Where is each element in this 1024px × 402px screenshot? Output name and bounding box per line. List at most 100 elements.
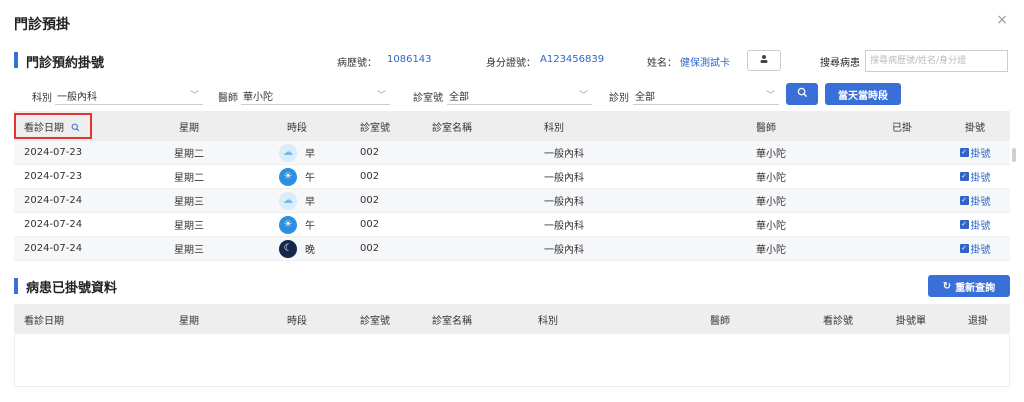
- table-row[interactable]: 2024-07-23 星期二 ☁ 早 002 一般內科 華小陀 ✓ 掛號: [14, 141, 1010, 165]
- table-row[interactable]: 2024-07-24 星期三 ☁ 早 002 一般內科 華小陀 ✓ 掛號: [14, 189, 1010, 213]
- header-room: 診室號: [360, 122, 390, 134]
- scrollbar-thumb[interactable]: [1012, 148, 1016, 162]
- cell-dept: 一般內科: [544, 245, 584, 256]
- cell-date: 2024-07-24: [24, 219, 83, 230]
- header-slip: 掛號單: [896, 315, 926, 327]
- dept-select[interactable]: 一般內科 ﹀: [55, 85, 203, 105]
- header-doctor: 醫師: [710, 315, 730, 327]
- cell-doctor: 華小陀: [756, 197, 786, 208]
- read-card-button[interactable]: [747, 50, 781, 71]
- table-row[interactable]: 2024-07-23 星期二 ☀ 午 002 一般內科 華小陀 ✓ 掛號: [14, 165, 1010, 189]
- cell-date: 2024-07-23: [24, 147, 83, 158]
- book-button[interactable]: ✓ 掛號: [959, 241, 991, 256]
- moon-icon: ☾: [279, 239, 297, 258]
- patient-name-value: 健保測試卡: [680, 58, 730, 69]
- header-doctor: 醫師: [756, 122, 776, 134]
- cell-action: ✓ 掛號: [940, 193, 1010, 208]
- cell-room: 002: [360, 243, 380, 254]
- cell-dept: 一般內科: [544, 149, 584, 160]
- book-button[interactable]: ✓ 掛號: [959, 169, 991, 184]
- table-row[interactable]: 2024-07-24 星期三 ☀ 午 002 一般內科 華小陀 ✓ 掛號: [14, 213, 1010, 237]
- search-icon: [797, 87, 808, 101]
- cell-period: ☾ 晚: [244, 239, 350, 258]
- section-title-appointment: 門診預約掛號: [26, 56, 105, 71]
- cell-dept: 一般內科: [544, 173, 584, 184]
- header-room-name: 診室名稱: [432, 122, 472, 134]
- cell-action: ✓ 掛號: [940, 217, 1010, 232]
- schedule-table-body: 2024-07-23 星期二 ☁ 早 002 一般內科 華小陀 ✓ 掛號 2024-07-23 星期…: [14, 141, 1010, 261]
- schedule-table: 看診日期 星期 時段 診室號 診室名稱 科別 醫師 已掛 掛號 2024-07-…: [14, 111, 1010, 261]
- search-button[interactable]: [786, 83, 818, 105]
- cell-action: ✓ 掛號: [940, 169, 1010, 184]
- cell-room: 002: [360, 219, 380, 230]
- cloud-sun-icon: ☁: [279, 143, 297, 162]
- type-select[interactable]: 全部 ﹀: [633, 85, 779, 105]
- sun-icon: ☀: [279, 215, 297, 234]
- cell-action: ✓ 掛號: [940, 145, 1010, 160]
- cell-doctor: 華小陀: [756, 173, 786, 184]
- chart-no-label: 病歷號：: [337, 58, 377, 69]
- checkbox-icon: ✓: [959, 172, 969, 181]
- cell-weekday: 星期二: [174, 149, 204, 160]
- checkbox-icon: ✓: [959, 220, 969, 229]
- header-cancel: 退掛: [968, 315, 988, 327]
- period-label: 午: [305, 173, 315, 184]
- search-patient-input[interactable]: [865, 50, 1008, 72]
- cell-period: ☀ 午: [244, 167, 350, 186]
- cloud-sun-icon: ☁: [279, 191, 297, 210]
- header-period: 時段: [287, 122, 307, 134]
- schedule-table-header: 看診日期 星期 時段 診室號 診室名稱 科別 醫師 已掛 掛號: [14, 111, 1010, 141]
- doctor-select[interactable]: 華小陀 ﹀: [241, 85, 390, 105]
- cell-dept: 一般內科: [544, 221, 584, 232]
- header-weekday: 星期: [179, 315, 199, 327]
- chart-no-value: 1086143: [387, 54, 432, 65]
- header-dept: 科別: [544, 122, 564, 134]
- header-booked: 已掛: [892, 122, 912, 134]
- header-room-name: 診室名稱: [432, 315, 472, 327]
- cell-date: 2024-07-23: [24, 171, 83, 182]
- cell-doctor: 華小陀: [756, 245, 786, 256]
- header-dept: 科別: [538, 315, 558, 327]
- type-label: 診別: [609, 93, 629, 104]
- cell-date: 2024-07-24: [24, 243, 83, 254]
- cell-doctor: 華小陀: [756, 221, 786, 232]
- checkbox-icon: ✓: [959, 148, 969, 157]
- period-label: 晚: [305, 245, 315, 256]
- book-button[interactable]: ✓ 掛號: [959, 217, 991, 232]
- type-select-value: 全部: [635, 92, 655, 103]
- cell-weekday: 星期三: [174, 245, 204, 256]
- cell-doctor: 華小陀: [756, 149, 786, 160]
- section-accent-bar: [14, 52, 18, 68]
- header-visit-no: 看診號: [823, 315, 853, 327]
- today-slot-button[interactable]: 當天當時段: [825, 83, 901, 105]
- period-label: 早: [305, 149, 315, 160]
- booked-table-header: 看診日期 星期 時段 診室號 診室名稱 科別 醫師 看診號 掛號單 退掛: [14, 304, 1010, 334]
- cell-weekday: 星期三: [174, 197, 204, 208]
- cell-period: ☁ 早: [244, 191, 350, 210]
- window-title: 門診預掛: [14, 17, 70, 33]
- room-select[interactable]: 全部 ﹀: [447, 85, 592, 105]
- checkbox-icon: ✓: [959, 196, 969, 205]
- booked-table: 看診日期 星期 時段 診室號 診室名稱 科別 醫師 看診號 掛號單 退掛: [14, 304, 1010, 334]
- dept-select-value: 一般內科: [57, 92, 97, 103]
- cell-action: ✓ 掛號: [940, 241, 1010, 256]
- book-button[interactable]: ✓ 掛號: [959, 145, 991, 160]
- cell-weekday: 星期二: [174, 173, 204, 184]
- refresh-button[interactable]: ↻ 重新查詢: [928, 275, 1010, 297]
- doctor-label: 醫師: [218, 93, 238, 104]
- book-button[interactable]: ✓ 掛號: [959, 193, 991, 208]
- refresh-icon: ↻: [942, 280, 952, 292]
- cell-dept: 一般內科: [544, 197, 584, 208]
- close-icon[interactable]: ×: [996, 12, 1008, 28]
- table-row[interactable]: 2024-07-24 星期三 ☾ 晚 002 一般內科 華小陀 ✓ 掛號: [14, 237, 1010, 261]
- cell-period: ☁ 早: [244, 143, 350, 162]
- cell-room: 002: [360, 195, 380, 206]
- id-no-value: A123456839: [540, 54, 605, 65]
- cell-weekday: 星期三: [174, 221, 204, 232]
- doctor-select-value: 華小陀: [243, 92, 273, 103]
- booked-table-empty: [14, 334, 1010, 387]
- chevron-down-icon: ﹀: [765, 91, 775, 101]
- header-action: 掛號: [965, 122, 985, 134]
- cell-period: ☀ 午: [244, 215, 350, 234]
- cell-date: 2024-07-24: [24, 195, 83, 206]
